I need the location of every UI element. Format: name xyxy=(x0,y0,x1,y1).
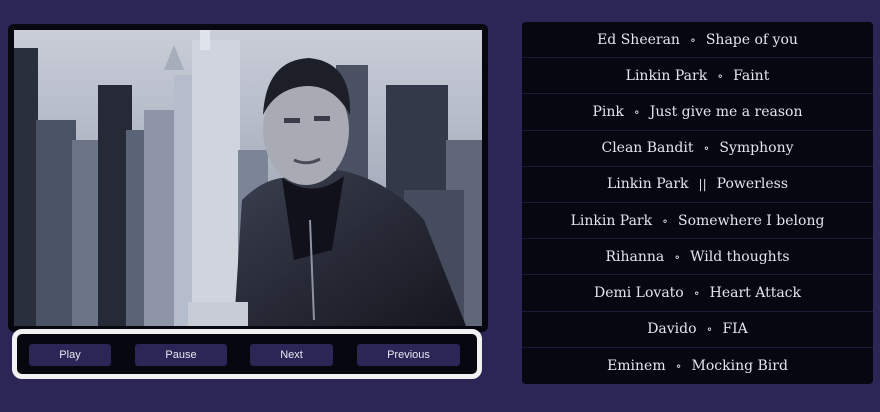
track-separator: ∘ xyxy=(706,322,713,337)
play-button[interactable]: Play xyxy=(29,344,111,366)
playlist: Ed Sheeran ∘ Shape of you Linkin Park ∘ Fain… xyxy=(522,22,873,384)
track-title: Wild thoughts xyxy=(690,248,790,265)
track-separator: ∘ xyxy=(717,68,724,83)
track-artist: Ed Sheeran xyxy=(597,31,680,48)
track-separator: ∘ xyxy=(633,104,640,119)
track-artist: Linkin Park xyxy=(570,212,653,229)
playlist-item[interactable]: Demi Lovato ∘ Heart Attack xyxy=(522,275,873,312)
playlist-item[interactable]: Pink ∘ Just give me a reason xyxy=(522,94,873,131)
track-separator: ∘ xyxy=(689,32,696,47)
previous-button[interactable]: Previous xyxy=(357,344,460,366)
track-separator: ∘ xyxy=(703,141,710,156)
track-artist: Rihanna xyxy=(605,248,665,265)
track-artist: Linkin Park xyxy=(625,67,708,84)
playlist-item[interactable]: Ed Sheeran ∘ Shape of you xyxy=(522,22,873,59)
track-separator: ∘ xyxy=(662,213,669,228)
track-title: FIA xyxy=(722,321,748,338)
album-artwork xyxy=(14,30,482,326)
playlist-item[interactable]: Davido ∘ FIA xyxy=(522,312,873,348)
track-title: Just give me a reason xyxy=(649,103,803,120)
track-title: Somewhere I belong xyxy=(678,212,825,229)
track-separator: || xyxy=(698,177,707,192)
playback-controls: Play Pause Next Previous xyxy=(12,329,482,379)
track-title: Mocking Bird xyxy=(691,357,788,374)
track-separator: ∘ xyxy=(674,249,681,264)
next-button[interactable]: Next xyxy=(250,344,333,366)
playlist-item[interactable]: Linkin Park ∘ Somewhere I belong xyxy=(522,203,873,240)
playlist-item[interactable]: Eminem ∘ Mocking Bird xyxy=(522,348,873,384)
track-artist: Clean Bandit xyxy=(601,140,694,157)
track-title: Heart Attack xyxy=(709,284,802,301)
track-separator: ∘ xyxy=(693,285,700,300)
track-artist: Demi Lovato xyxy=(593,284,684,301)
artwork-image xyxy=(14,30,482,326)
playlist-item[interactable]: Linkin Park ∘ Faint xyxy=(522,58,873,95)
track-artist: Pink xyxy=(592,103,624,120)
track-separator: ∘ xyxy=(675,358,682,373)
playlist-item[interactable]: Clean Bandit ∘ Symphony xyxy=(522,131,873,167)
track-title: Shape of you xyxy=(705,31,798,48)
track-artist: Eminem xyxy=(607,357,666,374)
playlist-item[interactable]: Linkin Park || Powerless xyxy=(522,167,873,203)
playlist-item[interactable]: Rihanna ∘ Wild thoughts xyxy=(522,239,873,276)
track-title: Faint xyxy=(733,67,770,84)
track-artist: Davido xyxy=(647,321,697,338)
track-artist: Linkin Park xyxy=(606,176,689,193)
track-title: Powerless xyxy=(716,176,788,193)
track-title: Symphony xyxy=(719,140,794,157)
pause-button[interactable]: Pause xyxy=(135,344,227,366)
